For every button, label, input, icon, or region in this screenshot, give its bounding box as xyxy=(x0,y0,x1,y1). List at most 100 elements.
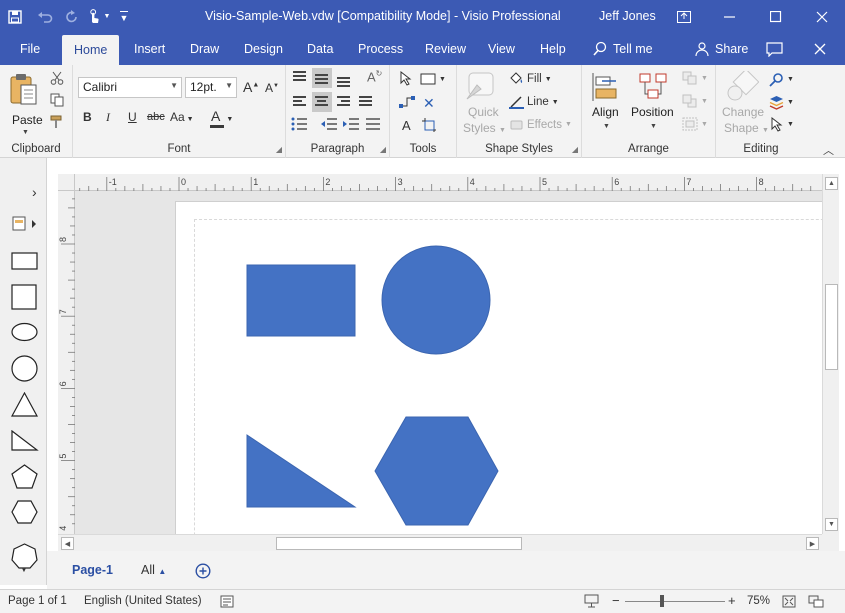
add-page-icon[interactable] xyxy=(195,563,211,582)
close-icon[interactable] xyxy=(799,0,845,33)
text-direction-icon[interactable]: A↻ xyxy=(364,68,384,88)
italic-button[interactable]: I xyxy=(106,110,110,125)
hexagon-shape[interactable] xyxy=(374,416,499,526)
bullets-icon[interactable] xyxy=(290,115,310,135)
page-number-status[interactable]: Page 1 of 1 xyxy=(8,595,67,607)
change-case-button[interactable]: Aa ▼ xyxy=(170,110,194,124)
tab-review[interactable]: Review xyxy=(413,33,478,65)
layers-icon[interactable]: ▼ xyxy=(769,95,794,110)
select-icon[interactable]: ▼ xyxy=(771,117,794,132)
shape-stencil-ellipse[interactable] xyxy=(11,322,39,345)
shape-styles-dialog-launcher-icon[interactable]: ◢ xyxy=(572,145,578,154)
shrink-font-icon[interactable]: A▼ xyxy=(265,81,279,95)
paragraph-dialog-launcher-icon[interactable]: ◢ xyxy=(380,145,386,154)
align-center-icon[interactable] xyxy=(312,92,332,112)
shape-stencil-square[interactable] xyxy=(11,284,39,313)
copy-icon[interactable] xyxy=(50,93,64,107)
fit-to-window-icon[interactable] xyxy=(782,595,796,611)
line-button[interactable]: Line ▼ xyxy=(509,95,559,109)
text-tool-button[interactable]: A xyxy=(402,118,411,133)
save-icon[interactable] xyxy=(0,0,30,33)
shape-stencil-triangle[interactable] xyxy=(10,391,39,421)
close-pane-icon[interactable] xyxy=(814,33,826,65)
tab-home[interactable]: Home xyxy=(62,35,119,65)
macro-record-icon[interactable] xyxy=(220,595,234,611)
grow-font-icon[interactable]: A▲ xyxy=(243,79,259,95)
touch-mode-icon[interactable]: ▼ xyxy=(84,0,112,33)
shape-stencil-rectangle[interactable] xyxy=(11,252,39,273)
horizontal-ruler[interactable]: -1 0 1 2 3 4 5 6 7 8 xyxy=(58,174,822,191)
paste-button[interactable]: Paste ▼ xyxy=(8,72,44,136)
justify-icon[interactable] xyxy=(356,92,376,112)
scroll-up-arrow-icon[interactable]: ▲ xyxy=(825,177,838,190)
zoom-in-button[interactable]: + xyxy=(728,593,736,608)
font-color-button[interactable]: A ▼ xyxy=(210,108,233,128)
bold-button[interactable]: B xyxy=(83,110,92,124)
format-painter-icon[interactable] xyxy=(50,115,64,129)
tab-draw[interactable]: Draw xyxy=(178,33,231,65)
shape-stencil-right-triangle[interactable] xyxy=(11,429,39,455)
language-status[interactable]: English (United States) xyxy=(84,595,202,607)
tab-file[interactable]: File xyxy=(8,33,52,65)
share-button[interactable]: Share xyxy=(695,33,748,65)
group-icon[interactable]: ▼ xyxy=(682,117,708,131)
bring-forward-icon[interactable]: ▼ xyxy=(682,71,708,85)
underline-button[interactable]: U xyxy=(128,110,137,124)
shape-stencil-circle[interactable] xyxy=(11,355,39,386)
redo-icon[interactable] xyxy=(60,0,84,33)
zoom-slider-track[interactable] xyxy=(625,601,725,602)
align-button[interactable]: Align ▼ xyxy=(590,71,626,137)
effects-button[interactable]: Effects ▼ xyxy=(509,118,572,131)
tab-data[interactable]: Data xyxy=(295,33,345,65)
align-top-icon[interactable] xyxy=(290,68,310,88)
increase-indent-icon[interactable] xyxy=(342,115,362,135)
send-backward-icon[interactable]: ▼ xyxy=(682,94,708,108)
customize-qat-icon[interactable]: ▼ xyxy=(112,0,136,33)
align-right-icon[interactable] xyxy=(334,92,354,112)
minimize-icon[interactable] xyxy=(707,0,753,33)
zoom-slider-thumb[interactable] xyxy=(660,595,664,607)
switch-windows-icon[interactable] xyxy=(808,595,824,611)
font-size-combo[interactable]: 12pt. ▼ xyxy=(185,77,237,98)
tell-me-search[interactable]: Tell me xyxy=(593,33,653,65)
paragraph-options-icon[interactable] xyxy=(364,115,384,135)
font-dialog-launcher-icon[interactable]: ◢ xyxy=(276,145,282,154)
horizontal-scrollbar[interactable]: ◀ ▶ xyxy=(58,534,822,551)
rectangle-shape[interactable] xyxy=(246,264,356,337)
page-tab-page-1[interactable]: Page-1 xyxy=(72,563,113,577)
more-shapes-icon[interactable] xyxy=(12,215,40,236)
strikethrough-button[interactable]: abc xyxy=(147,111,165,123)
quick-styles-button[interactable]: Quick Styles ▼ xyxy=(463,71,506,137)
position-button[interactable]: Position ▼ xyxy=(630,71,680,137)
maximize-icon[interactable] xyxy=(753,0,799,33)
pointer-tool-icon[interactable] xyxy=(400,71,412,86)
decrease-indent-icon[interactable] xyxy=(320,115,340,135)
shape-stencil-pentagon[interactable] xyxy=(11,464,39,493)
right-triangle-shape[interactable] xyxy=(246,434,357,508)
zoom-level[interactable]: 75% xyxy=(747,595,770,607)
user-name[interactable]: Jeff Jones xyxy=(599,9,656,23)
font-name-combo[interactable]: Calibri ▼ xyxy=(78,77,182,98)
tab-view[interactable]: View xyxy=(476,33,527,65)
zoom-out-button[interactable]: − xyxy=(612,593,620,608)
collapse-ribbon-icon[interactable]: ︿ xyxy=(823,142,834,158)
align-left-icon[interactable] xyxy=(290,92,310,112)
tab-design[interactable]: Design xyxy=(232,33,295,65)
crop-tool-icon[interactable] xyxy=(421,117,437,133)
find-icon[interactable]: ▼ xyxy=(769,72,794,87)
vertical-scroll-thumb[interactable] xyxy=(825,284,838,370)
tab-process[interactable]: Process xyxy=(346,33,415,65)
all-pages-button[interactable]: All ▲ xyxy=(141,563,166,577)
scroll-right-arrow-icon[interactable]: ▶ xyxy=(806,537,819,550)
align-bottom-icon[interactable] xyxy=(334,68,354,88)
drawing-canvas[interactable] xyxy=(75,191,822,534)
align-middle-icon[interactable] xyxy=(312,68,332,88)
scroll-down-icon[interactable]: ▼ xyxy=(21,568,27,574)
connection-point-icon[interactable]: ✕ xyxy=(423,95,435,112)
tab-help[interactable]: Help xyxy=(528,33,578,65)
paste-dropdown-icon[interactable]: ▼ xyxy=(22,129,29,136)
expand-shapes-icon[interactable]: › xyxy=(32,184,37,200)
ribbon-display-icon[interactable] xyxy=(661,0,707,33)
scroll-down-arrow-icon[interactable]: ▼ xyxy=(825,518,838,531)
fill-button[interactable]: Fill ▼ xyxy=(509,72,552,86)
